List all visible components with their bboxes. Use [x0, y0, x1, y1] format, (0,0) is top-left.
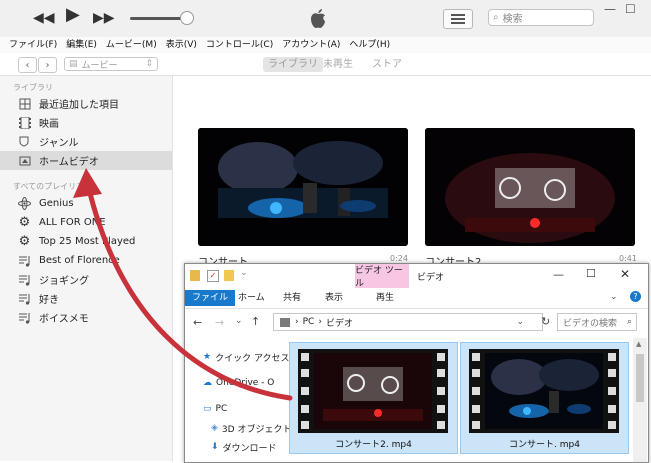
arrow-head-icon [73, 168, 102, 198]
drag-arrow-annotation [73, 168, 293, 401]
